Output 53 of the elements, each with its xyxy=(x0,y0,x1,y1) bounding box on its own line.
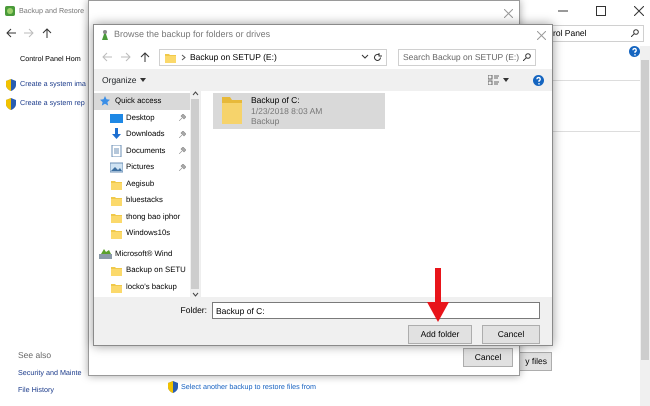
folder-icon xyxy=(164,51,177,63)
up-arrow-icon[interactable] xyxy=(42,28,52,38)
search-field[interactable]: Search Backup on SETUP (E:) xyxy=(398,48,536,66)
document-icon xyxy=(110,144,123,157)
scroll-down-icon xyxy=(192,292,198,297)
close-icon[interactable] xyxy=(634,6,644,16)
drive-icon xyxy=(99,248,112,260)
address-bar[interactable]: Backup on SETUP (E:) xyxy=(159,48,387,66)
folder-icon xyxy=(110,227,123,240)
refresh-icon[interactable] xyxy=(373,52,382,62)
help-icon xyxy=(629,46,640,57)
see-also-heading: See also xyxy=(18,349,52,362)
scrollbar[interactable] xyxy=(190,91,200,297)
search-icon xyxy=(523,53,531,61)
folder-label: Folder: xyxy=(180,304,207,317)
folder-icon xyxy=(110,194,123,206)
pin-icon xyxy=(179,164,186,171)
view-options-icon[interactable] xyxy=(488,75,499,85)
pictures-icon xyxy=(110,161,123,174)
shield-icon xyxy=(6,78,16,91)
shield-icon xyxy=(6,98,16,110)
desktop-icon xyxy=(110,112,123,124)
folder-icon xyxy=(221,95,243,125)
file-type: Backup xyxy=(251,116,280,127)
search-icon xyxy=(631,29,639,37)
file-date: 1/23/2018 8:03 AM xyxy=(251,106,322,116)
scrollbar[interactable] xyxy=(640,46,650,406)
maximize-icon[interactable] xyxy=(596,6,606,16)
caret-icon xyxy=(140,78,146,82)
cancel-button[interactable]: Cancel xyxy=(482,325,540,344)
pin-icon xyxy=(179,114,186,122)
up-arrow-icon[interactable] xyxy=(140,52,150,62)
file-item[interactable]: Backup of C: 1/23/2018 8:03 AM Backup xyxy=(213,93,385,129)
pin-icon xyxy=(179,130,186,138)
back-arrow-icon[interactable] xyxy=(6,28,16,38)
chevron-icon xyxy=(181,54,186,60)
organize-button[interactable]: Organize xyxy=(102,74,146,86)
cancel-button[interactable]: Cancel xyxy=(463,348,513,367)
pointer-arrow xyxy=(427,268,449,322)
folder-icon xyxy=(110,264,123,276)
add-folder-button[interactable]: Add folder xyxy=(408,325,472,344)
scroll-up-icon xyxy=(192,91,198,96)
dropdown-icon[interactable] xyxy=(361,54,369,60)
folder-field[interactable]: Backup of C: xyxy=(212,302,540,319)
dialog-title: Browse the backup for folders or drives xyxy=(114,28,270,42)
pin-icon xyxy=(179,147,186,154)
file-name: Backup of C: xyxy=(251,95,301,106)
control-panel-icon xyxy=(4,5,16,17)
caret-icon[interactable] xyxy=(503,78,509,82)
star-icon xyxy=(99,95,112,108)
shield-icon xyxy=(168,381,178,393)
help-icon[interactable] xyxy=(533,74,544,86)
download-icon xyxy=(110,128,123,140)
